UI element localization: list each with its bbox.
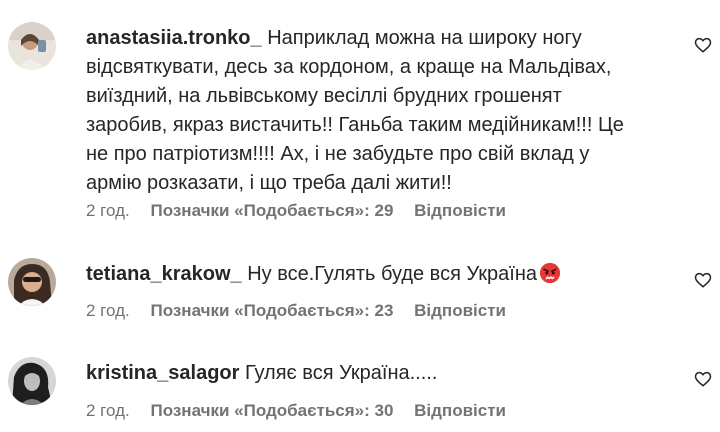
comment-meta: 2 год. Позначки «Подобається»: 30 Відпов… bbox=[86, 401, 506, 421]
comment-text-block: tetiana_krakow_ Ну все.Гулять буде вся У… bbox=[86, 260, 646, 289]
comment-meta: 2 год. Позначки «Подобається»: 29 Відпов… bbox=[86, 201, 506, 221]
heart-icon[interactable] bbox=[694, 271, 712, 289]
heart-icon[interactable] bbox=[694, 370, 712, 388]
heart-icon[interactable] bbox=[694, 36, 712, 54]
reply-button[interactable]: Відповісти bbox=[414, 301, 506, 320]
username[interactable]: kristina_salagor bbox=[86, 362, 239, 384]
username[interactable]: anastasiia.tronko_ bbox=[86, 27, 262, 49]
avatar[interactable] bbox=[8, 22, 56, 70]
comment-text-block: kristina_salagor Гуляє вся Україна..... bbox=[86, 359, 646, 388]
comment-text: Ну все.Гулять буде вся Україна bbox=[247, 263, 537, 285]
likes-count[interactable]: Позначки «Подобається»: 30 bbox=[150, 401, 393, 420]
comment-text: Наприклад можна на широку ногу відсвятку… bbox=[86, 27, 624, 194]
reply-button[interactable]: Відповісти bbox=[414, 401, 506, 420]
comment-text-block: anastasiia.tronko_ Наприклад можна на ши… bbox=[86, 24, 646, 198]
angry-face-emoji bbox=[539, 262, 561, 284]
username[interactable]: tetiana_krakow_ bbox=[86, 263, 242, 285]
timestamp[interactable]: 2 год. bbox=[86, 201, 130, 220]
likes-count[interactable]: Позначки «Подобається»: 29 bbox=[150, 201, 393, 220]
timestamp[interactable]: 2 год. bbox=[86, 301, 130, 320]
avatar[interactable] bbox=[8, 258, 56, 306]
avatar[interactable] bbox=[8, 357, 56, 405]
reply-button[interactable]: Відповісти bbox=[414, 201, 506, 220]
comment-text: Гуляє вся Україна..... bbox=[244, 362, 438, 384]
likes-count[interactable]: Позначки «Подобається»: 23 bbox=[150, 301, 393, 320]
timestamp[interactable]: 2 год. bbox=[86, 401, 130, 420]
comment-meta: 2 год. Позначки «Подобається»: 23 Відпов… bbox=[86, 301, 506, 321]
